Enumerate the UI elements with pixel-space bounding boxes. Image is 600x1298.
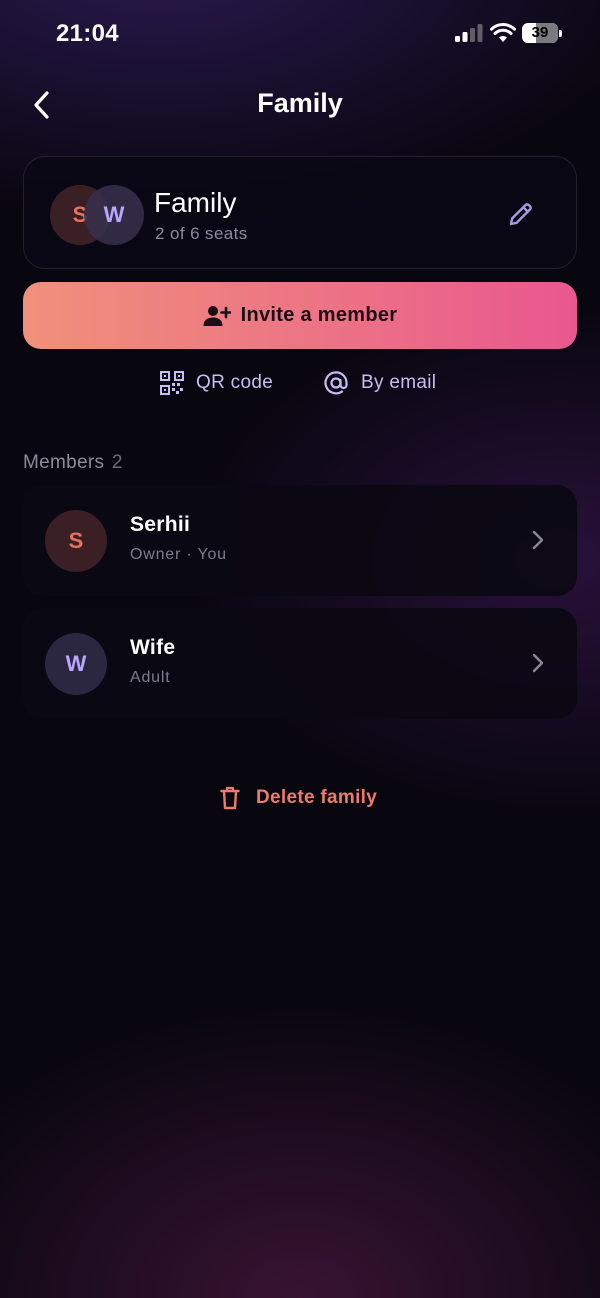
member-role: Adult — [130, 669, 171, 686]
wifi-icon — [490, 23, 516, 42]
page-title: Family — [257, 88, 343, 118]
trash-icon — [220, 786, 240, 810]
delete-family-button[interactable]: Delete family — [220, 781, 377, 815]
members-heading: Members 2 — [23, 452, 123, 474]
by-email-label: By email — [361, 372, 437, 393]
delete-family-label: Delete family — [256, 787, 378, 808]
qr-code-label: QR code — [196, 372, 274, 393]
family-name: Family — [154, 187, 237, 218]
member-name: Wife — [130, 636, 176, 659]
at-sign-icon — [324, 371, 348, 395]
qr-code-button[interactable]: QR code — [160, 366, 273, 400]
chevron-right-icon — [532, 653, 544, 673]
by-email-button[interactable]: By email — [323, 366, 436, 400]
member-row-serhii[interactable]: S Serhii Owner · You — [23, 485, 577, 596]
avatar: W — [45, 633, 107, 695]
family-card: S W Family 2 of 6 seats — [23, 156, 577, 269]
avatar: S — [45, 510, 107, 572]
pencil-icon — [509, 203, 532, 226]
member-role: Owner · You — [130, 546, 227, 563]
avatar-stack: S W — [50, 185, 146, 245]
battery-percent: 39 — [531, 24, 549, 41]
member-row-wife[interactable]: W Wife Adult — [23, 608, 577, 719]
status-time: 21:04 — [56, 20, 119, 47]
status-bar: 21:04 39 — [0, 0, 600, 70]
seats-count: 2 of 6 seats — [155, 224, 248, 243]
avatar: W — [84, 185, 144, 245]
qr-code-icon — [160, 371, 184, 395]
members-count: 2 — [111, 452, 123, 473]
invite-member-label: Invite a member — [240, 304, 398, 326]
members-heading-label: Members — [23, 452, 105, 473]
add-person-icon — [203, 305, 231, 326]
member-name: Serhii — [130, 513, 191, 536]
edit-family-button[interactable] — [504, 197, 538, 231]
chevron-right-icon — [532, 530, 544, 550]
cellular-signal-icon — [455, 24, 483, 42]
battery-indicator: 39 — [522, 23, 562, 43]
invite-member-button[interactable]: Invite a member — [23, 282, 577, 349]
